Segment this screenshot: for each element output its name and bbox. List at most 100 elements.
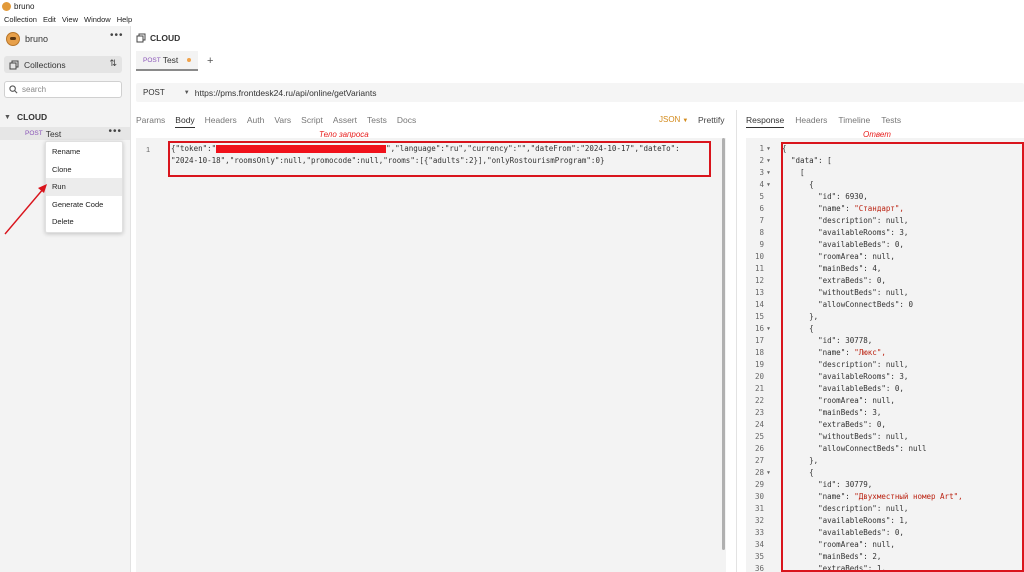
url-input[interactable]: https://pms.frontdesk24.ru/api/online/ge… — [195, 88, 377, 98]
fold-toggle-icon[interactable]: ▼ — [767, 167, 770, 179]
body-mode-select[interactable]: JSON ▼ — [659, 115, 688, 124]
tab-vars[interactable]: Vars — [274, 115, 291, 128]
fold-toggle-icon[interactable]: ▼ — [767, 323, 770, 335]
http-method-select[interactable]: POST — [143, 88, 165, 97]
url-bar[interactable]: POST ▼ https://pms.frontdesk24.ru/api/on… — [136, 83, 1024, 102]
response-line-number: 1 — [759, 144, 764, 153]
window-title: bruno — [14, 2, 35, 11]
request-tabs-bar: POST Test + — [136, 51, 213, 71]
response-line-number: 33 — [754, 528, 764, 537]
collection-cloud[interactable]: ▼ CLOUD — [4, 112, 47, 122]
collection-title: CLOUD — [150, 33, 181, 43]
brand: bruno — [6, 32, 48, 46]
search-input[interactable] — [22, 85, 112, 94]
line-number: 1 — [146, 145, 151, 154]
response-line-number: 34 — [754, 540, 764, 549]
tab-response-headers[interactable]: Headers — [795, 115, 827, 128]
response-line-number: 32 — [754, 516, 764, 525]
chevron-down-icon: ▼ — [4, 113, 11, 121]
response-line-number: 14 — [754, 300, 764, 309]
response-line-number: 7 — [759, 216, 764, 225]
fold-toggle-icon[interactable]: ▼ — [767, 467, 770, 479]
tab-headers[interactable]: Headers — [205, 115, 237, 128]
menu-window[interactable]: Window — [84, 15, 111, 24]
tab-timeline[interactable]: Timeline — [838, 115, 870, 128]
request-body-editor[interactable]: 1 {"token":" ","language":"ru","currency"… — [136, 138, 726, 572]
menu-item-rename[interactable]: Rename — [46, 143, 122, 161]
tab-auth[interactable]: Auth — [247, 115, 265, 128]
tab-assert[interactable]: Assert — [333, 115, 357, 128]
request-name: Test — [45, 128, 62, 139]
response-pane-tabs: Response Headers Timeline Tests — [746, 115, 912, 128]
tab-body[interactable]: Body — [175, 115, 195, 128]
response-line-number: 25 — [754, 432, 764, 441]
response-line-number: 28 — [754, 468, 764, 477]
fold-toggle-icon[interactable]: ▼ — [767, 143, 770, 155]
request-item-test[interactable]: POST Test ••• — [0, 126, 130, 140]
tab-params[interactable]: Params — [136, 115, 165, 128]
response-line-number: 6 — [759, 204, 764, 213]
response-line-number: 19 — [754, 360, 764, 369]
response-line-number: 24 — [754, 420, 764, 429]
response-line-number: 5 — [759, 192, 764, 201]
menu-help[interactable]: Help — [117, 15, 132, 24]
response-line-number: 13 — [754, 288, 764, 297]
response-line-number: 11 — [754, 264, 764, 273]
body-mode-label: JSON — [659, 115, 681, 124]
menu-collection[interactable]: Collection — [4, 15, 37, 24]
app-icon — [2, 2, 11, 11]
request-method: POST — [25, 130, 43, 137]
fold-toggle-icon[interactable]: ▼ — [767, 179, 770, 191]
response-line-number: 29 — [754, 480, 764, 489]
brand-name: bruno — [25, 34, 49, 44]
tab-script[interactable]: Script — [301, 115, 323, 128]
response-line-number: 30 — [754, 492, 764, 501]
tab-test[interactable]: POST Test — [136, 51, 198, 71]
collections-icon — [9, 60, 19, 69]
response-line-number: 36 — [754, 564, 764, 572]
tab-method: POST — [143, 56, 161, 64]
request-more-icon[interactable]: ••• — [108, 126, 122, 137]
tab-docs[interactable]: Docs — [397, 115, 416, 128]
editor-scrollbar[interactable] — [722, 138, 725, 550]
caret-down-icon[interactable]: ▼ — [184, 90, 190, 96]
response-line-number: 16 — [754, 324, 764, 333]
response-line-number: 18 — [754, 348, 764, 357]
tab-response[interactable]: Response — [746, 115, 785, 128]
response-line-number: 31 — [754, 504, 764, 513]
tab-tests[interactable]: Tests — [367, 115, 387, 128]
annotation-box-request — [168, 141, 711, 177]
collection-icon — [136, 33, 146, 43]
response-line-number: 2 — [759, 156, 764, 165]
search-box[interactable] — [4, 81, 122, 98]
response-line-number: 26 — [754, 444, 764, 453]
request-pane-tabs: Params Body Headers Auth Vars Script Ass… — [136, 115, 426, 128]
response-line-number: 12 — [754, 276, 764, 285]
response-line-number: 23 — [754, 408, 764, 417]
menu-view[interactable]: View — [62, 15, 78, 24]
response-line-number: 22 — [754, 396, 764, 405]
prettify-button[interactable]: Prettify — [698, 115, 724, 125]
collections-button[interactable]: Collections ⇅ — [4, 56, 122, 73]
sort-icon[interactable]: ⇅ — [109, 58, 117, 69]
annotation-box-response — [781, 142, 1024, 572]
tab-response-tests[interactable]: Tests — [881, 115, 901, 128]
sidebar-more-icon[interactable]: ••• — [110, 30, 124, 41]
response-line-number: 3 — [759, 168, 764, 177]
search-icon — [9, 85, 18, 94]
add-tab-icon[interactable]: + — [207, 55, 213, 67]
response-line-number: 9 — [759, 240, 764, 249]
response-line-number: 20 — [754, 372, 764, 381]
collection-header: CLOUD — [136, 33, 180, 43]
response-line-number: 10 — [754, 252, 764, 261]
collection-name: CLOUD — [16, 112, 48, 122]
sidebar: bruno ••• Collections ⇅ ▼ CLOUD POST Tes… — [0, 26, 131, 572]
pane-splitter[interactable] — [736, 110, 737, 572]
menu-edit[interactable]: Edit — [43, 15, 56, 24]
response-line-number: 27 — [754, 456, 764, 465]
response-line-number: 4 — [759, 180, 764, 189]
tab-name: Test — [162, 55, 179, 65]
fold-toggle-icon[interactable]: ▼ — [767, 155, 770, 167]
bruno-logo-icon — [6, 32, 20, 46]
title-bar: bruno — [0, 0, 1024, 13]
